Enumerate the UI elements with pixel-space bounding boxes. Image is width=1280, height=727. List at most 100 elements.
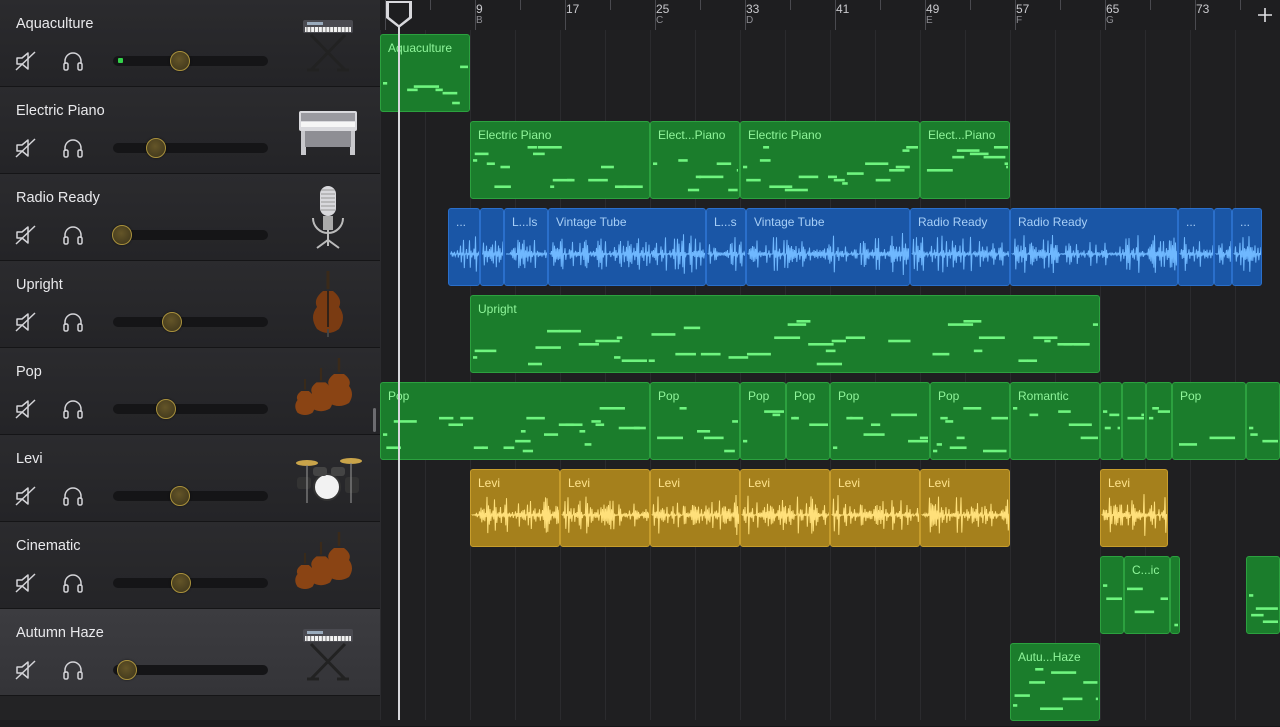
volume-knob[interactable]	[171, 573, 192, 593]
midi-region[interactable]: Elect...Piano	[650, 121, 740, 199]
mute-button[interactable]	[14, 49, 38, 73]
volume-knob[interactable]	[112, 225, 133, 245]
audio-region[interactable]: Levi	[1100, 469, 1168, 547]
midi-region[interactable]	[1146, 382, 1172, 460]
midi-region[interactable]: Pop	[1172, 382, 1246, 460]
audio-region[interactable]	[480, 208, 504, 286]
audio-region[interactable]: L...ls	[504, 208, 548, 286]
solo-button[interactable]	[61, 136, 85, 160]
solo-button[interactable]	[61, 310, 85, 334]
track-header-upright[interactable]: Upright	[0, 261, 380, 348]
audio-region[interactable]: Vintage Tube	[746, 208, 910, 286]
playhead-line[interactable]	[398, 24, 400, 720]
audio-region[interactable]: Radio Ready	[910, 208, 1010, 286]
audio-region[interactable]	[1214, 208, 1232, 286]
region-content	[1103, 410, 1120, 430]
upright-bass-icon[interactable]	[293, 269, 363, 339]
midi-region[interactable]	[1100, 556, 1124, 634]
speaker-mute-icon	[14, 399, 38, 425]
midi-region[interactable]	[1122, 382, 1146, 460]
track-header-cinematic[interactable]: Cinematic	[0, 522, 380, 609]
volume-slider[interactable]	[113, 51, 268, 71]
add-section-button[interactable]	[1250, 0, 1280, 30]
solo-button[interactable]	[61, 397, 85, 421]
midi-region[interactable]: Upright	[470, 295, 1100, 373]
volume-slider[interactable]	[113, 486, 268, 506]
mute-button[interactable]	[14, 223, 38, 247]
mute-button[interactable]	[14, 484, 38, 508]
volume-knob[interactable]	[146, 138, 167, 158]
volume-knob[interactable]	[169, 51, 190, 71]
solo-button[interactable]	[61, 484, 85, 508]
keyboard-stand-icon[interactable]	[293, 8, 363, 78]
midi-region[interactable]: Pop	[650, 382, 740, 460]
microphone-icon[interactable]	[293, 182, 363, 252]
volume-knob[interactable]	[116, 660, 137, 680]
bar-number: 57	[1016, 2, 1030, 16]
audio-region[interactable]: Levi	[560, 469, 650, 547]
audio-region[interactable]: Levi	[920, 469, 1010, 547]
midi-region[interactable]: Romantic	[1010, 382, 1100, 460]
midi-region[interactable]	[1170, 556, 1180, 634]
midi-region[interactable]: Pop	[830, 382, 930, 460]
arrangement-grid[interactable]: Aquaculture Electric Piano Elect...Piano El…	[380, 30, 1280, 727]
track-header-aquaculture[interactable]: Aquaculture	[0, 0, 380, 87]
mute-button[interactable]	[14, 136, 38, 160]
volume-slider[interactable]	[113, 138, 268, 158]
volume-knob[interactable]	[161, 312, 182, 332]
solo-button[interactable]	[61, 658, 85, 682]
midi-region[interactable]: Electric Piano	[470, 121, 650, 199]
strings-icon[interactable]	[293, 530, 363, 600]
audio-region[interactable]: Vintage Tube	[548, 208, 706, 286]
audio-region[interactable]: Levi	[830, 469, 920, 547]
volume-slider[interactable]	[113, 399, 268, 419]
mute-button[interactable]	[14, 397, 38, 421]
track-header-electric-piano[interactable]: Electric Piano	[0, 87, 380, 174]
midi-region[interactable]: Electric Piano	[740, 121, 920, 199]
audio-region[interactable]: ...	[1178, 208, 1214, 286]
midi-region[interactable]	[1100, 382, 1122, 460]
track-header-pop[interactable]: Pop	[0, 348, 380, 435]
audio-region[interactable]: Radio Ready	[1010, 208, 1178, 286]
midi-region[interactable]: Aquaculture	[380, 34, 470, 112]
track-header-radio-ready[interactable]: Radio Ready	[0, 174, 380, 261]
keyboard-stand-icon[interactable]	[293, 617, 363, 687]
speaker-mute-icon	[14, 660, 38, 686]
audio-region[interactable]: Levi	[470, 469, 560, 547]
midi-region[interactable]: Pop	[740, 382, 786, 460]
midi-region[interactable]: Pop	[786, 382, 830, 460]
midi-region[interactable]: Autu...Haze	[1010, 643, 1100, 721]
solo-button[interactable]	[61, 49, 85, 73]
solo-button[interactable]	[61, 571, 85, 595]
midi-region[interactable]	[1246, 556, 1280, 634]
region-content	[482, 240, 503, 268]
playhead-handle-icon[interactable]	[384, 0, 414, 30]
drum-kit-icon[interactable]	[293, 443, 363, 513]
audio-region[interactable]: ...	[1232, 208, 1262, 286]
volume-slider[interactable]	[113, 312, 268, 332]
track-header-levi[interactable]: Levi	[0, 435, 380, 522]
timeline-ruler[interactable]: 19B1725C33D4149E57F65G73	[380, 0, 1280, 31]
midi-region[interactable]: Pop	[380, 382, 650, 460]
midi-region[interactable]	[1246, 382, 1280, 460]
volume-slider[interactable]	[113, 573, 268, 593]
volume-knob[interactable]	[155, 399, 176, 419]
audio-region[interactable]: ...	[448, 208, 480, 286]
audio-region[interactable]: Levi	[740, 469, 830, 547]
volume-slider[interactable]	[113, 660, 268, 680]
track-header-autumn-haze[interactable]: Autumn Haze	[0, 609, 380, 696]
volume-slider[interactable]	[112, 225, 268, 245]
solo-button[interactable]	[61, 223, 85, 247]
audio-region[interactable]: L...s	[706, 208, 746, 286]
midi-region[interactable]: Elect...Piano	[920, 121, 1010, 199]
mute-button[interactable]	[14, 658, 38, 682]
midi-region[interactable]: Pop	[930, 382, 1010, 460]
electric-piano-icon[interactable]	[293, 95, 363, 165]
midi-region[interactable]: C...ic	[1124, 556, 1170, 634]
audio-region[interactable]: Levi	[650, 469, 740, 547]
mute-button[interactable]	[14, 571, 38, 595]
volume-knob[interactable]	[169, 486, 190, 506]
track-list-scroll-handle[interactable]	[373, 408, 376, 432]
strings-icon[interactable]	[293, 356, 363, 426]
mute-button[interactable]	[14, 310, 38, 334]
